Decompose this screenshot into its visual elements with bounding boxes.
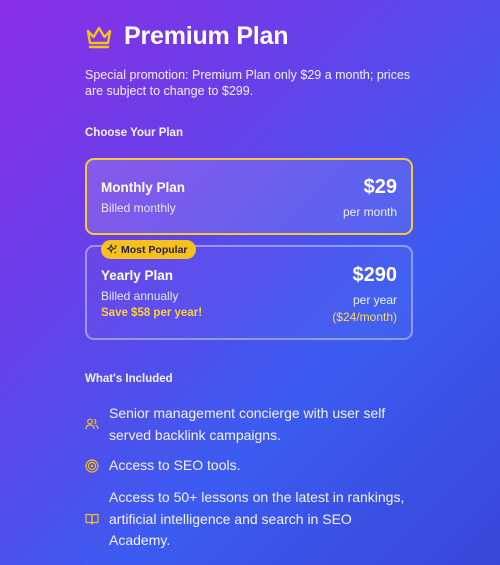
promo-text: Special promotion: Premium Plan only $29… <box>85 68 411 98</box>
target-icon <box>85 459 99 473</box>
feature-text: Senior management concierge with user se… <box>109 405 386 443</box>
page-title: Premium Plan <box>124 22 289 50</box>
plan-name: Yearly Plan <box>101 268 174 283</box>
plan-period: per year <box>352 293 397 307</box>
most-popular-badge: Most Popular <box>101 240 196 259</box>
plan-name: Monthly Plan <box>101 180 185 195</box>
whats-included-label: What's Included <box>85 373 173 385</box>
sparkles-icon <box>107 244 118 255</box>
header: Premium Plan <box>85 22 289 51</box>
plan-billing: Billed monthly <box>101 201 176 215</box>
feature-text: Access to 50+ lessons on the latest in r… <box>109 489 405 548</box>
book-icon <box>85 513 99 525</box>
plan-period: per month <box>342 205 397 219</box>
feature-text: Access to SEO tools. <box>109 457 241 473</box>
crown-icon <box>86 26 112 48</box>
plan-option-monthly[interactable]: Monthly Plan Billed monthly $29 per mont… <box>85 158 413 235</box>
badge-label: Most Popular <box>121 243 188 256</box>
users-icon <box>85 418 99 430</box>
plan-price: $290 <box>352 264 398 286</box>
plan-option-yearly[interactable]: Yearly Plan Billed annually Save $58 per… <box>85 245 413 340</box>
plan-monthly-equivalent: ($24/month) <box>332 310 397 324</box>
plan-savings: Save $58 per year! <box>101 307 203 319</box>
plan-price: $29 <box>363 176 397 198</box>
plan-billing: Billed annually <box>101 289 179 303</box>
choose-plan-label: Choose Your Plan <box>85 127 183 139</box>
